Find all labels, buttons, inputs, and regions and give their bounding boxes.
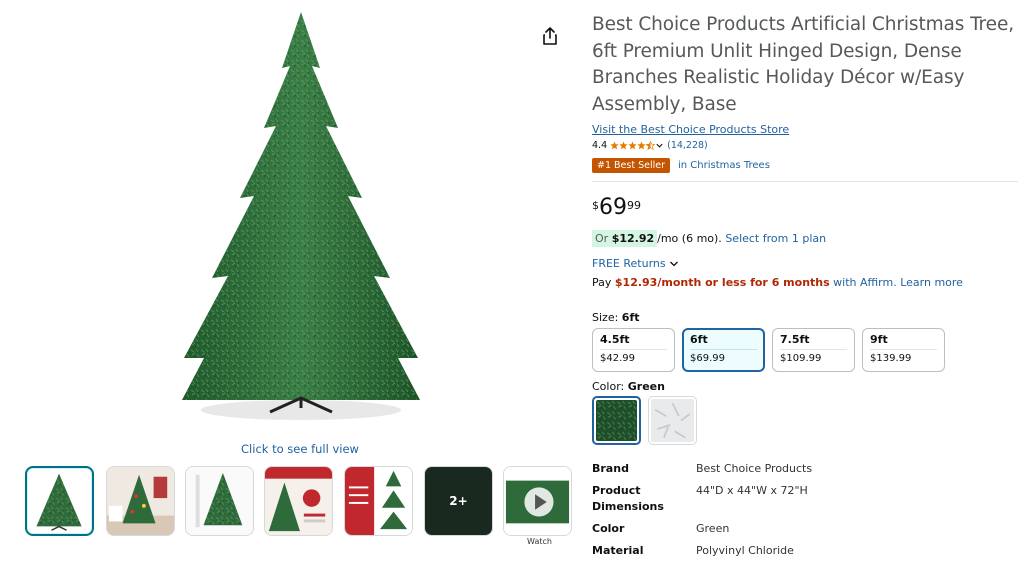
review-count[interactable]: (14,228) <box>667 140 708 151</box>
monthly-highlight: Or $12.92 <box>592 230 658 247</box>
size-option-6ft[interactable]: 6ft $69.99 <box>682 328 765 372</box>
thumbnail-1[interactable] <box>25 466 94 536</box>
color-swatch-white[interactable] <box>648 396 697 445</box>
store-link[interactable]: Visit the Best Choice Products Store <box>592 123 789 136</box>
watch-label: Watch <box>527 537 552 546</box>
star-full-icon <box>610 141 619 150</box>
divider <box>592 181 1018 182</box>
main-product-image[interactable] <box>170 8 432 433</box>
best-seller-badge[interactable]: #1 Best Seller <box>592 158 670 173</box>
free-returns[interactable]: FREE Returns <box>592 257 1018 270</box>
price-symbol: $ <box>592 199 599 212</box>
color-swatch-green[interactable] <box>592 396 641 445</box>
spec-key: Product Dimensions <box>592 484 664 513</box>
color-label: Color: Green <box>592 380 1018 393</box>
spec-key: Brand <box>592 462 629 475</box>
monthly-suffix: /mo (6 mo). <box>657 232 722 245</box>
star-half-icon <box>646 141 656 150</box>
badge-category-link[interactable]: in Christmas Trees <box>678 160 770 171</box>
color-selected: Green <box>627 380 665 393</box>
spec-row-brand: Brand Best Choice Products <box>592 461 1018 477</box>
spec-key: Material <box>592 544 644 557</box>
thumbnail-5[interactable] <box>344 466 413 536</box>
rating-value: 4.4 <box>592 140 608 151</box>
rating-row: 4.4 (14,228) <box>592 140 1018 151</box>
assembly-icon <box>345 467 412 535</box>
white-swatch-icon <box>651 399 694 442</box>
chevron-down-icon[interactable] <box>655 141 664 150</box>
size-option-label: 6ft <box>690 333 757 350</box>
spec-value: Best Choice Products <box>696 462 813 475</box>
room-scene-icon <box>107 467 174 535</box>
size-option-price: $109.99 <box>780 353 822 364</box>
spec-value: Green <box>696 522 730 535</box>
monthly-payment-row: Or $12.92/mo (6 mo). Select from 1 plan <box>592 230 1018 247</box>
select-plan-link[interactable]: Select from 1 plan <box>725 232 826 245</box>
affirm-row: Pay $12.93/month or less for 6 months wi… <box>592 276 1018 289</box>
size-option-price: $139.99 <box>870 353 912 364</box>
thumbnail-3[interactable] <box>185 466 254 536</box>
color-label-text: Color: <box>592 380 625 393</box>
monthly-amount: $12.92 <box>611 232 655 245</box>
learn-more-link[interactable]: Learn more <box>900 276 963 289</box>
affirm-amount: $12.93/month or less for 6 months <box>614 276 830 289</box>
size-option-label: 7.5ft <box>780 333 847 350</box>
spec-table: Brand Best Choice Products Product Dimen… <box>592 461 1018 559</box>
share-icon[interactable] <box>541 26 559 46</box>
size-option-7-5ft[interactable]: 7.5ft $109.99 <box>772 328 855 372</box>
thumbnail-video[interactable] <box>503 466 572 536</box>
spec-value: 44"D x 44"W x 72"H <box>696 484 808 497</box>
christmas-tree-image <box>182 12 420 420</box>
chevron-down-icon <box>669 261 678 266</box>
green-swatch-icon <box>596 400 637 441</box>
size-option-9ft[interactable]: 9ft $139.99 <box>862 328 945 372</box>
price-fraction: 99 <box>627 199 641 212</box>
size-option-price: $42.99 <box>600 353 635 364</box>
product-title: Best Choice Products Artificial Christma… <box>592 14 1015 115</box>
price-whole: 69 <box>599 195 627 220</box>
color-options <box>592 396 1018 445</box>
star-rating[interactable] <box>610 141 664 150</box>
spec-row-color: Color Green <box>592 521 1018 537</box>
affirm-with: with Affirm. <box>833 276 897 289</box>
product-details: Best Choice Products Artificial Christma… <box>592 12 1018 565</box>
spec-row-dimensions: Product Dimensions 44"D x 44"W x 72"H <box>592 483 1018 515</box>
size-option-label: 9ft <box>870 333 937 350</box>
star-full-icon <box>628 141 637 150</box>
star-full-icon <box>619 141 628 150</box>
spec-row-material: Material Polyvinyl Chloride <box>592 543 1018 559</box>
size-label-text: Size: <box>592 311 619 324</box>
size-label: Size: 6ft <box>592 311 1018 324</box>
more-count: 2+ <box>449 494 468 508</box>
returns-label: FREE Returns <box>592 257 666 270</box>
size-option-price: $69.99 <box>690 353 725 364</box>
spec-key: Color <box>592 522 625 535</box>
size-option-label: 4.5ft <box>600 333 667 350</box>
thumbnail-more[interactable]: 2+ <box>424 466 493 536</box>
size-options: 4.5ft $42.99 6ft $69.99 7.5ft $109.99 9f… <box>592 328 1018 372</box>
thumbnail-2[interactable] <box>106 466 175 536</box>
spec-value: Polyvinyl Chloride <box>696 544 794 557</box>
tree-thumbnail-icon <box>36 473 82 531</box>
star-full-icon <box>637 141 646 150</box>
or-label: Or <box>595 232 609 245</box>
video-play-icon <box>504 467 571 535</box>
size-selected: 6ft <box>621 311 640 324</box>
price: $ 69 99 <box>592 196 1018 220</box>
affirm-pay: Pay <box>592 276 612 289</box>
badge-row: #1 Best Seller in Christmas Trees <box>592 158 1018 173</box>
size-option-4-5ft[interactable]: 4.5ft $42.99 <box>592 328 675 372</box>
tree-plain-icon <box>186 467 253 535</box>
thumbnail-4[interactable] <box>264 466 333 536</box>
full-view-link[interactable]: Click to see full view <box>200 442 400 456</box>
infographic-icon <box>265 467 332 535</box>
